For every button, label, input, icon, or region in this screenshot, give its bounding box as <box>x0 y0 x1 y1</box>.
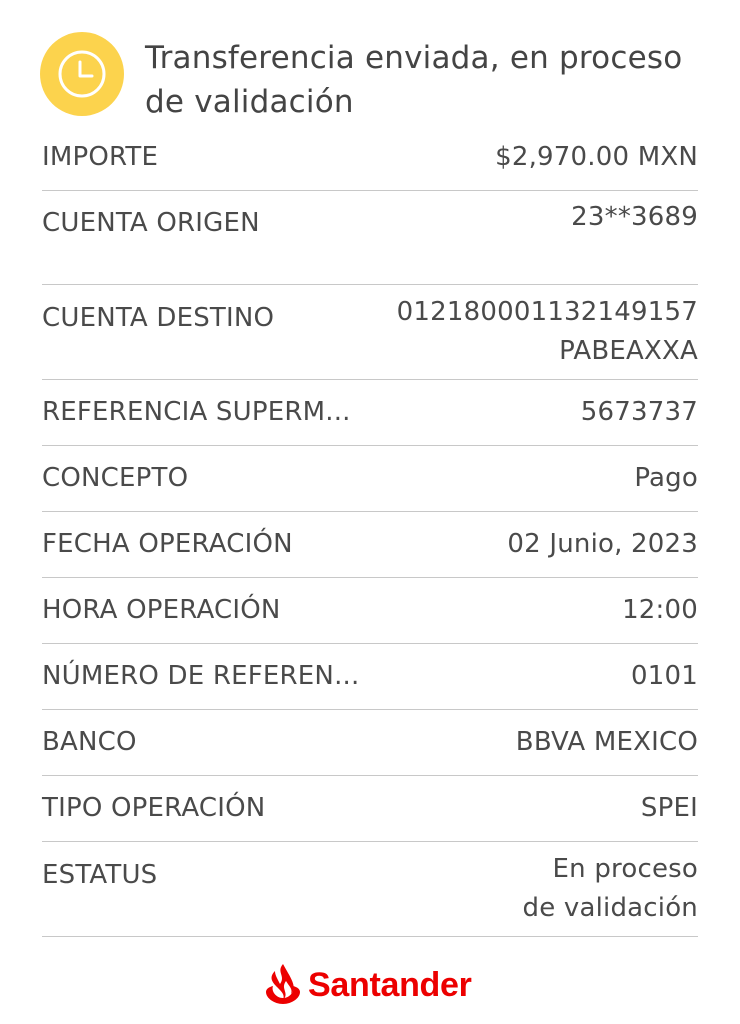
hora-operacion-label: HORA OPERACIÓN <box>42 595 281 625</box>
estatus-label: ESTATUS <box>42 860 158 890</box>
detail-row-fecha-operacion: FECHA OPERACIÓN 02 Junio, 2023 <box>42 512 698 578</box>
banco-value: BBVA MEXICO <box>515 727 698 757</box>
numero-referencia-label: NÚMERO DE REFEREN... <box>42 661 360 691</box>
importe-label: IMPORTE <box>42 142 159 172</box>
detail-row-estatus: ESTATUS En proceso de validación <box>42 842 698 937</box>
cuenta-destino-number: 012180001132149157 <box>396 297 698 327</box>
santander-logo: Santander <box>262 962 482 1010</box>
hora-operacion-value: 12:00 <box>622 595 698 625</box>
tipo-operacion-value: SPEI <box>640 793 698 823</box>
estatus-value-line-2: de validación <box>522 893 698 923</box>
cuenta-destino-bank-code: PABEAXXA <box>559 336 698 366</box>
detail-row-numero-referencia: NÚMERO DE REFEREN... 0101 <box>42 644 698 710</box>
detail-row-hora-operacion: HORA OPERACIÓN 12:00 <box>42 578 698 644</box>
numero-referencia-value: 0101 <box>631 661 698 691</box>
cuenta-destino-value: 012180001132149157 PABEAXXA <box>397 293 698 371</box>
banco-label: BANCO <box>42 727 137 757</box>
cuenta-origen-value: 23**3689 <box>571 202 698 232</box>
detail-row-banco: BANCO BBVA MEXICO <box>42 710 698 776</box>
detail-row-importe: IMPORTE $2,970.00 MXN <box>42 128 698 191</box>
flame-logo-icon <box>266 964 300 1004</box>
fecha-operacion-value: 02 Junio, 2023 <box>507 529 698 559</box>
detail-row-tipo-operacion: TIPO OPERACIÓN SPEI <box>42 776 698 842</box>
referencia-superm-label: REFERENCIA SUPERM... <box>42 397 351 427</box>
cuenta-destino-label: CUENTA DESTINO <box>42 303 275 333</box>
clock-icon <box>58 50 106 98</box>
concepto-value: Pago <box>634 463 698 493</box>
estatus-value-line-1: En proceso <box>552 854 698 884</box>
detail-row-referencia-superm: REFERENCIA SUPERM... 5673737 <box>42 380 698 446</box>
detail-row-cuenta-destino: CUENTA DESTINO 012180001132149157 PABEAX… <box>42 285 698 380</box>
concepto-label: CONCEPTO <box>42 463 189 493</box>
fecha-operacion-label: FECHA OPERACIÓN <box>42 529 293 559</box>
importe-value: $2,970.00 MXN <box>495 142 698 172</box>
referencia-superm-value: 5673737 <box>580 397 698 427</box>
estatus-value: En proceso de validación <box>523 850 698 928</box>
detail-row-concepto: CONCEPTO Pago <box>42 446 698 512</box>
detail-row-cuenta-origen: CUENTA ORIGEN 23**3689 <box>42 190 698 285</box>
page-title: Transferencia enviada, en proceso de val… <box>145 40 683 120</box>
brand-name: Santander <box>308 966 472 1004</box>
status-badge <box>40 32 124 116</box>
tipo-operacion-label: TIPO OPERACIÓN <box>42 793 266 823</box>
confirmation-header: Transferencia enviada, en proceso de val… <box>40 28 710 128</box>
cuenta-origen-label: CUENTA ORIGEN <box>42 208 260 238</box>
